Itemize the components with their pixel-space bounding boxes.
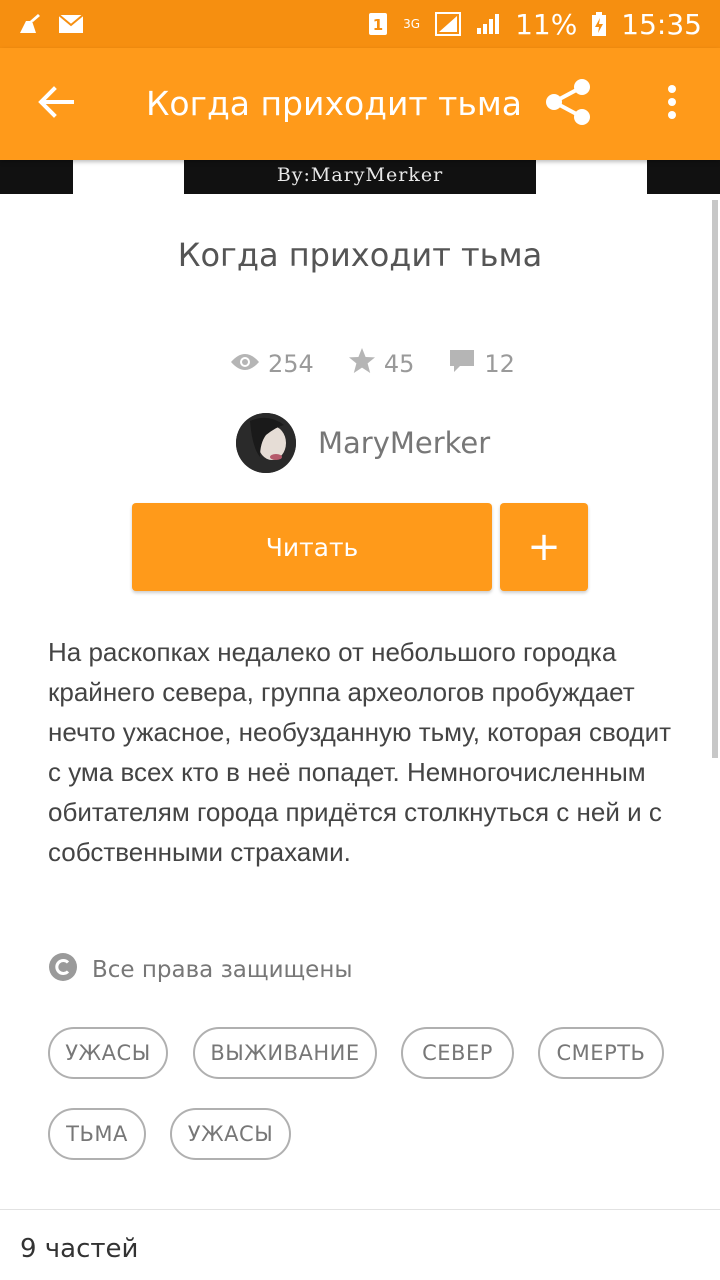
votes-stat: 45 xyxy=(348,347,415,381)
copyright-text: Все права защищены xyxy=(92,957,353,983)
author-row[interactable]: MaryMerker xyxy=(236,413,490,473)
tag-chip[interactable]: ТЬМА xyxy=(48,1108,146,1160)
views-count: 254 xyxy=(268,350,314,378)
back-button[interactable] xyxy=(26,78,86,130)
votes-count: 45 xyxy=(383,350,415,378)
share-icon xyxy=(544,78,592,130)
tag-chip[interactable]: СЕВЕР xyxy=(401,1027,514,1079)
cover-image: By:MaryMerker xyxy=(0,160,720,194)
comments-count: 12 xyxy=(484,350,515,378)
story-stats: 254 45 12 xyxy=(230,344,515,384)
more-vert-icon xyxy=(667,84,677,124)
clock: 15:35 xyxy=(621,7,702,41)
mail-icon xyxy=(58,13,84,35)
status-bar: 1 3G 11% 15:35 xyxy=(0,0,720,48)
sim-badge: 1 xyxy=(373,16,383,34)
add-to-library-button[interactable]: + xyxy=(500,503,588,591)
sim-icon: 1 xyxy=(367,13,389,35)
cover-credit: By:MaryMerker xyxy=(184,160,536,194)
share-button[interactable] xyxy=(536,76,600,132)
cover-blur-left xyxy=(0,160,73,194)
cleaner-icon xyxy=(18,13,44,35)
comments-stat: 12 xyxy=(448,348,515,380)
tag-chip[interactable]: СМЕРТЬ xyxy=(538,1027,664,1079)
battery-percent: 11% xyxy=(515,7,578,41)
cover-blur-right xyxy=(647,160,720,194)
parts-count[interactable]: 9 частей xyxy=(20,1234,138,1264)
star-icon xyxy=(348,347,376,381)
divider xyxy=(0,1209,720,1210)
story-description: На раскопках недалеко от небольшого горо… xyxy=(48,637,672,867)
signal-icon xyxy=(435,12,462,36)
copyright-icon xyxy=(48,952,78,988)
signal-icon-2 xyxy=(475,13,501,35)
toolbar-title: Когда приходит тьма xyxy=(146,84,522,123)
avatar[interactable] xyxy=(236,413,296,473)
tag-chip[interactable]: УЖАСЫ xyxy=(170,1108,291,1160)
views-stat: 254 xyxy=(230,350,314,378)
story-title: Когда приходит тьма xyxy=(177,236,543,274)
network-type: 3G xyxy=(403,17,420,31)
arrow-left-icon xyxy=(38,86,74,122)
more-options-button[interactable] xyxy=(650,76,694,132)
copyright-row: Все права защищены xyxy=(48,952,353,988)
scrollbar[interactable] xyxy=(712,200,718,758)
battery-charging-icon xyxy=(591,12,607,36)
app-toolbar: Когда приходит тьма xyxy=(0,48,720,160)
comment-icon xyxy=(448,348,476,380)
read-button[interactable]: Читать xyxy=(132,503,492,591)
tag-chip[interactable]: УЖАСЫ xyxy=(48,1027,168,1079)
eye-icon xyxy=(230,350,260,378)
tag-chip[interactable]: ВЫЖИВАНИЕ xyxy=(193,1027,377,1079)
author-name[interactable]: MaryMerker xyxy=(318,426,490,460)
